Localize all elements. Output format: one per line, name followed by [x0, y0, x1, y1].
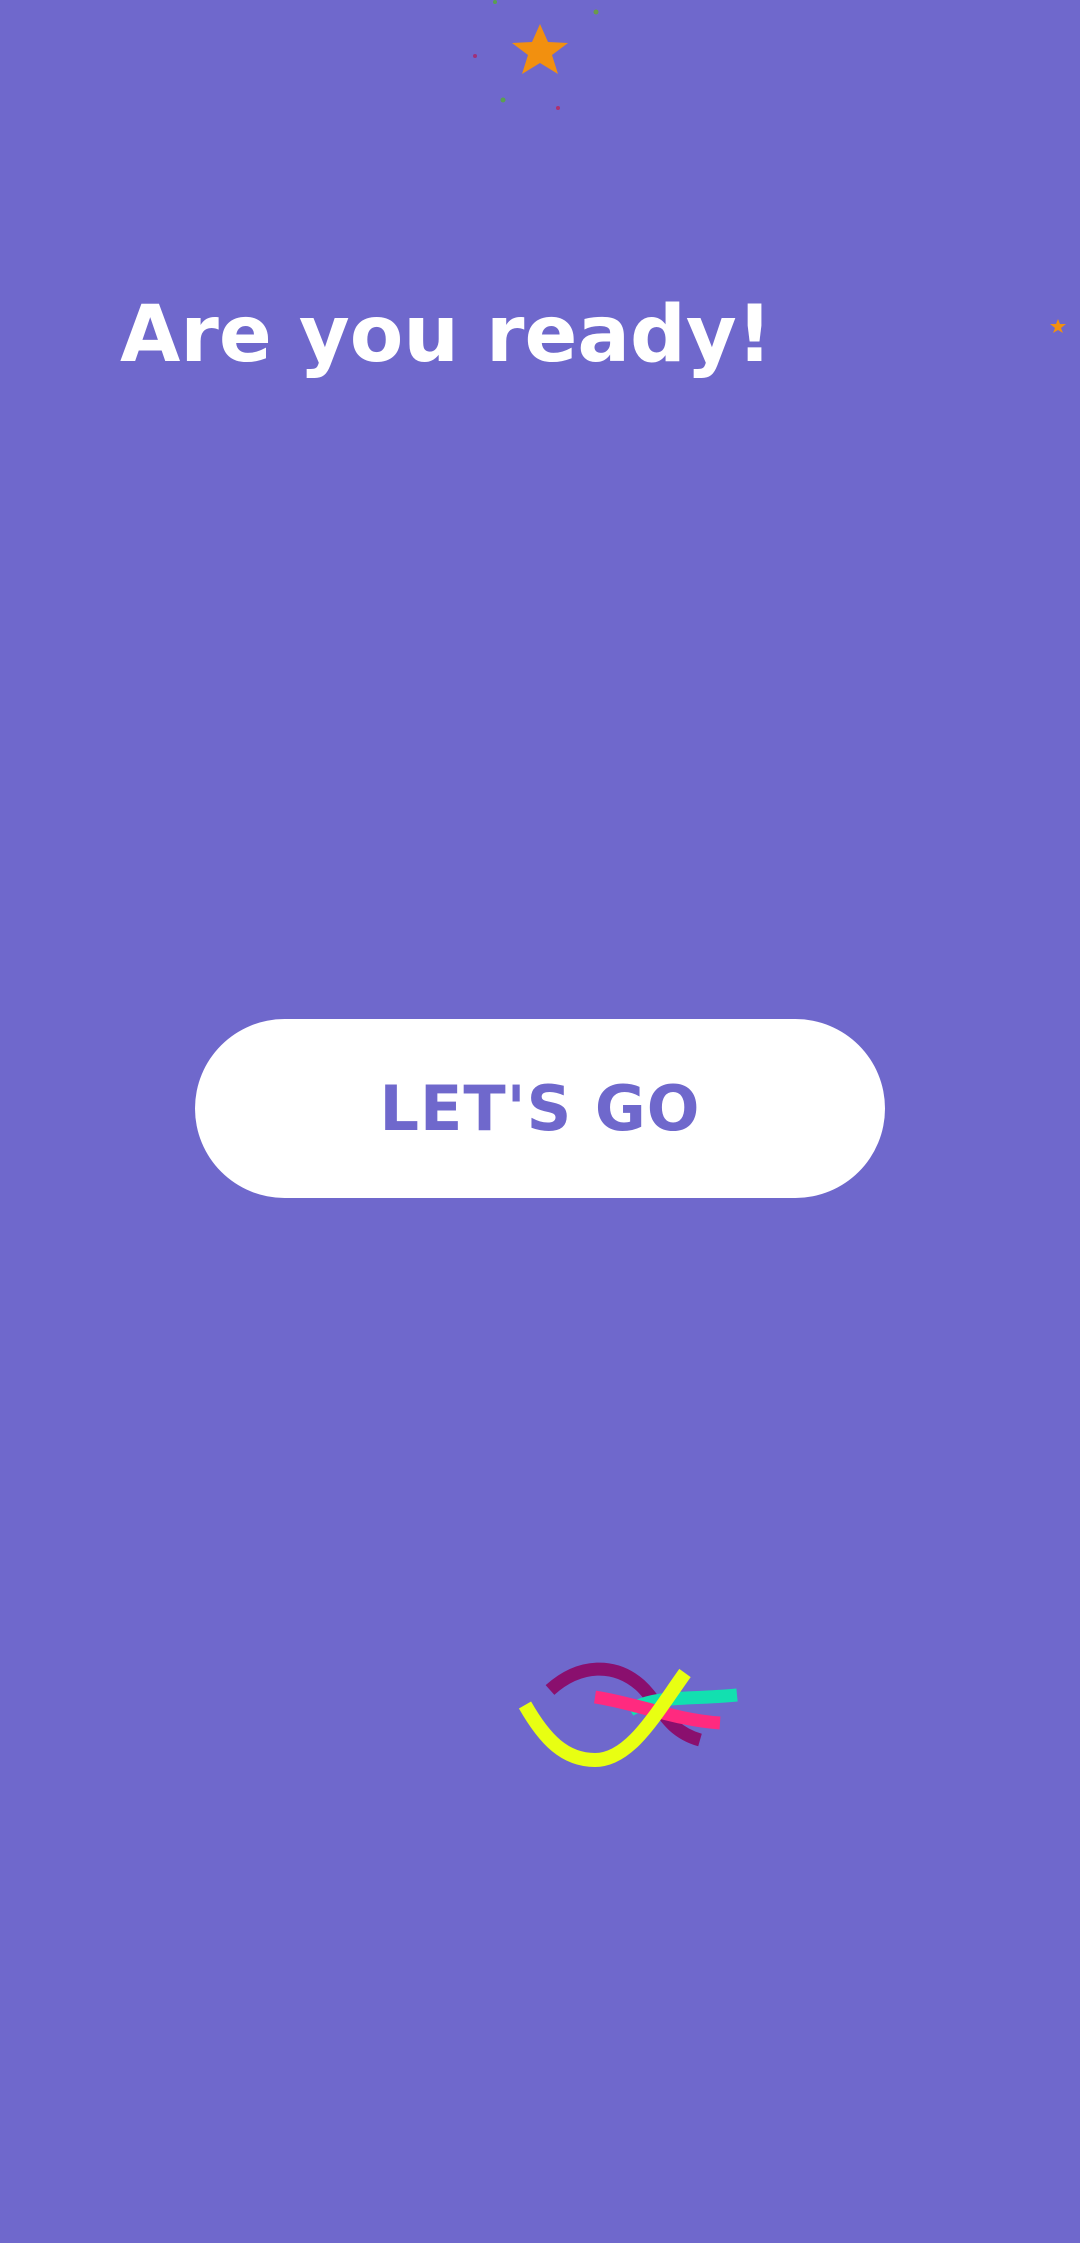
twisted-ribbons-logo-icon: [518, 1662, 738, 1768]
small-star-icon: [1050, 319, 1066, 333]
confetti-dot: [500, 97, 506, 103]
ready-screen: Are you ready! LET'S GO: [0, 0, 1080, 2243]
confetti-dot: [556, 106, 560, 110]
confetti-dot: [473, 54, 477, 58]
lets-go-button[interactable]: LET'S GO: [195, 1019, 885, 1198]
confetti-dot: [593, 9, 599, 15]
confetti-dot: [493, 0, 497, 4]
page-title: Are you ready!: [120, 290, 773, 380]
lets-go-label: LET'S GO: [379, 1072, 701, 1145]
star-icon: [512, 24, 568, 74]
